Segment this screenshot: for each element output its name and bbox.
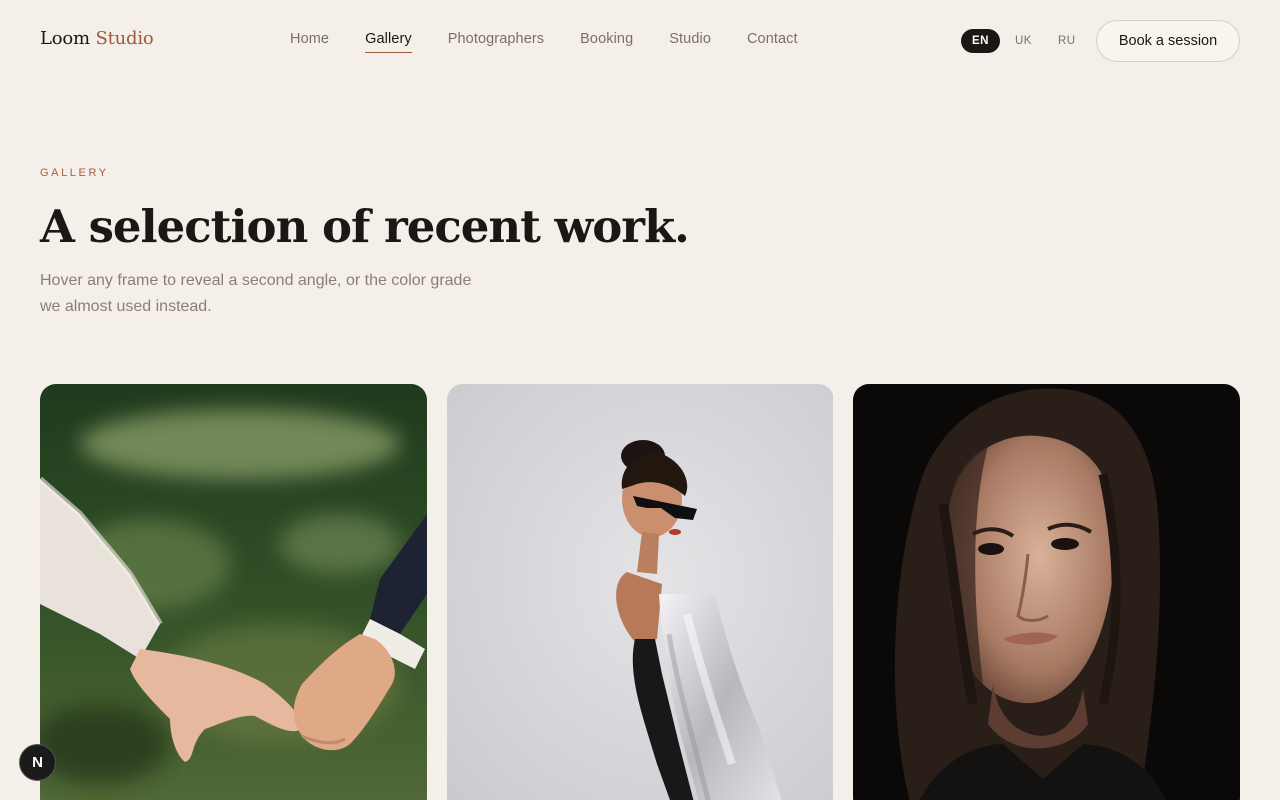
nav-item-home[interactable]: Home: [290, 31, 329, 53]
site-header: Loom Studio Home Gallery Photographers B…: [0, 0, 1280, 82]
lang-uk-button[interactable]: UK: [1004, 29, 1043, 53]
woman-portrait-photo: [853, 384, 1240, 800]
gallery-card-portrait[interactable]: [853, 384, 1240, 800]
page-subtitle: Hover any frame to reveal a second angle…: [40, 272, 472, 315]
brand-name-loom: Loom: [40, 28, 90, 49]
nav-item-gallery[interactable]: Gallery: [365, 31, 412, 53]
fashion-portrait-photo: [447, 384, 833, 800]
page-title: A selection of recent work.: [40, 200, 690, 253]
book-session-button[interactable]: Book a session: [1096, 20, 1240, 62]
gallery-card-hands[interactable]: [40, 384, 427, 800]
nav-item-studio[interactable]: Studio: [669, 31, 711, 53]
dev-tools-badge[interactable]: N: [19, 744, 56, 781]
main-nav: Home Gallery Photographers Booking Studi…: [290, 31, 834, 53]
nav-item-photographers[interactable]: Photographers: [448, 31, 544, 53]
section-eyebrow: GALLERY: [40, 167, 109, 179]
brand-logo[interactable]: Loom Studio: [40, 28, 154, 49]
gallery-card-fashion[interactable]: [447, 384, 834, 800]
lang-ru-button[interactable]: RU: [1047, 29, 1087, 53]
language-switcher: EN UK RU: [961, 29, 1091, 53]
nav-item-booking[interactable]: Booking: [580, 31, 633, 53]
holding-hands-photo: [40, 384, 427, 800]
lang-en-button[interactable]: EN: [961, 29, 1000, 53]
brand-name-studio: Studio: [95, 28, 154, 49]
nav-item-contact[interactable]: Contact: [747, 31, 798, 53]
